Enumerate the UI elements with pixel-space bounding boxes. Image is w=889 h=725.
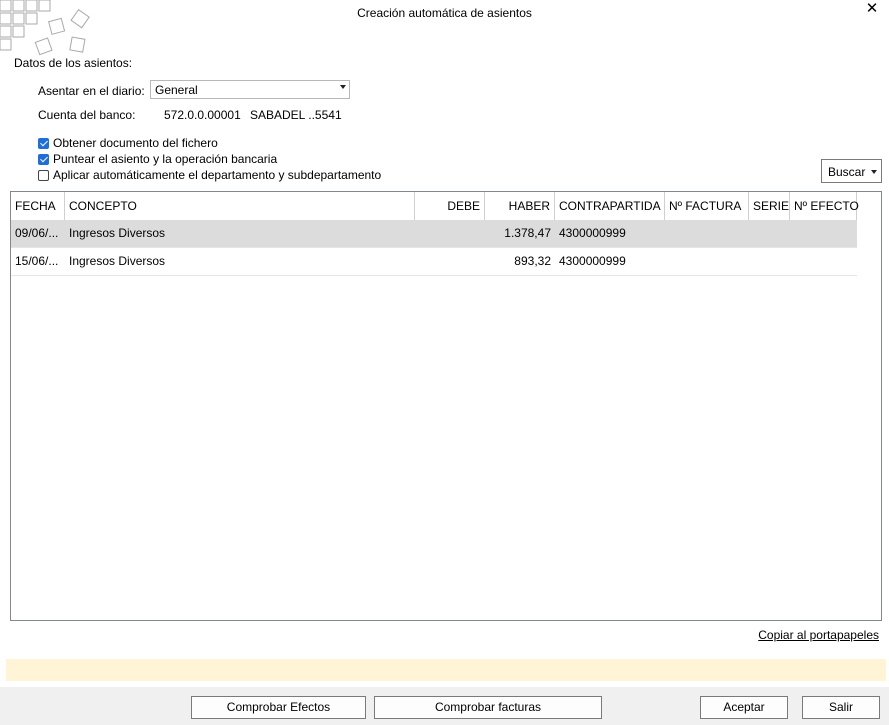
cell-concepto: Ingresos Diversos xyxy=(69,226,166,240)
table-row[interactable]: 15/06/... Ingresos Diversos 893,32 43000… xyxy=(11,248,857,276)
cell-haber: 1.378,47 xyxy=(504,226,551,240)
diario-label: Asentar en el diario: xyxy=(38,84,145,98)
search-button[interactable]: Buscar xyxy=(821,159,882,183)
cell-debe xyxy=(415,220,485,247)
banco-account: 572.0.0.00001 xyxy=(164,108,241,122)
cell-factura xyxy=(665,248,749,275)
checkbox-checked-icon[interactable] xyxy=(38,137,49,149)
cell-efecto xyxy=(790,220,857,247)
cell-serie xyxy=(749,220,790,247)
cell-fecha: 15/06/... xyxy=(15,254,59,268)
banco-label: Cuenta del banco: xyxy=(38,108,136,122)
copy-clipboard-link[interactable]: Copiar al portapapeles xyxy=(758,628,879,642)
entries-table[interactable]: FECHA CONCEPTO DEBE HABER CONTRAPARTIDA … xyxy=(10,191,882,621)
window-title: Creación automática de asientos xyxy=(357,6,532,20)
chevron-down-icon xyxy=(871,170,877,174)
checkbox-unchecked-icon[interactable] xyxy=(38,169,49,181)
column-header-haber[interactable]: HABER xyxy=(485,192,555,220)
column-header-serie[interactable]: SERIE xyxy=(749,192,790,220)
banco-name: SABADEL ..5541 xyxy=(250,108,342,122)
checkbox-checked-icon[interactable] xyxy=(38,153,49,165)
cell-efecto xyxy=(790,248,857,275)
column-header-factura[interactable]: Nº FACTURA xyxy=(665,192,749,220)
cell-contrapartida: 4300000999 xyxy=(559,254,626,268)
diario-value: General xyxy=(155,83,198,97)
column-header-contrapartida[interactable]: CONTRAPARTIDA xyxy=(555,192,665,220)
column-header-efecto[interactable]: Nº EFECTO xyxy=(790,192,859,220)
comprobar-efectos-button[interactable]: Comprobar Efectos xyxy=(191,696,366,719)
option-label: Obtener documento del fichero xyxy=(53,136,218,150)
table-header: FECHA CONCEPTO DEBE HABER CONTRAPARTIDA … xyxy=(11,192,859,221)
search-button-label: Buscar xyxy=(828,165,866,179)
info-bar xyxy=(6,659,886,681)
salir-button[interactable]: Salir xyxy=(802,696,880,719)
table-row[interactable]: 09/06/... Ingresos Diversos 1.378,47 430… xyxy=(11,220,857,248)
comprobar-facturas-button[interactable]: Comprobar facturas xyxy=(374,696,602,719)
cell-contrapartida: 4300000999 xyxy=(559,226,626,240)
aceptar-button[interactable]: Aceptar xyxy=(700,696,788,719)
cell-haber: 893,32 xyxy=(514,254,551,268)
cell-concepto: Ingresos Diversos xyxy=(69,254,166,268)
section-label: Datos de los asientos: xyxy=(14,56,133,70)
column-header-fecha[interactable]: FECHA xyxy=(11,192,65,220)
option-aplicar-departamento[interactable]: Aplicar automáticamente el departamento … xyxy=(38,168,381,182)
column-header-debe[interactable]: DEBE xyxy=(415,192,485,220)
column-header-concepto[interactable]: CONCEPTO xyxy=(65,192,415,220)
option-puntear-asiento[interactable]: Puntear el asiento y la operación bancar… xyxy=(38,152,277,166)
close-icon[interactable]: ✕ xyxy=(863,0,881,18)
cell-serie xyxy=(749,248,790,275)
option-label: Puntear el asiento y la operación bancar… xyxy=(53,152,278,166)
cell-debe xyxy=(415,248,485,275)
cell-factura xyxy=(665,220,749,247)
cell-fecha: 09/06/... xyxy=(15,226,59,240)
chevron-down-icon xyxy=(340,85,346,89)
option-label: Aplicar automáticamente el departamento … xyxy=(53,168,382,182)
option-obtener-documento[interactable]: Obtener documento del fichero xyxy=(38,136,218,150)
diario-select[interactable]: General xyxy=(150,80,350,99)
